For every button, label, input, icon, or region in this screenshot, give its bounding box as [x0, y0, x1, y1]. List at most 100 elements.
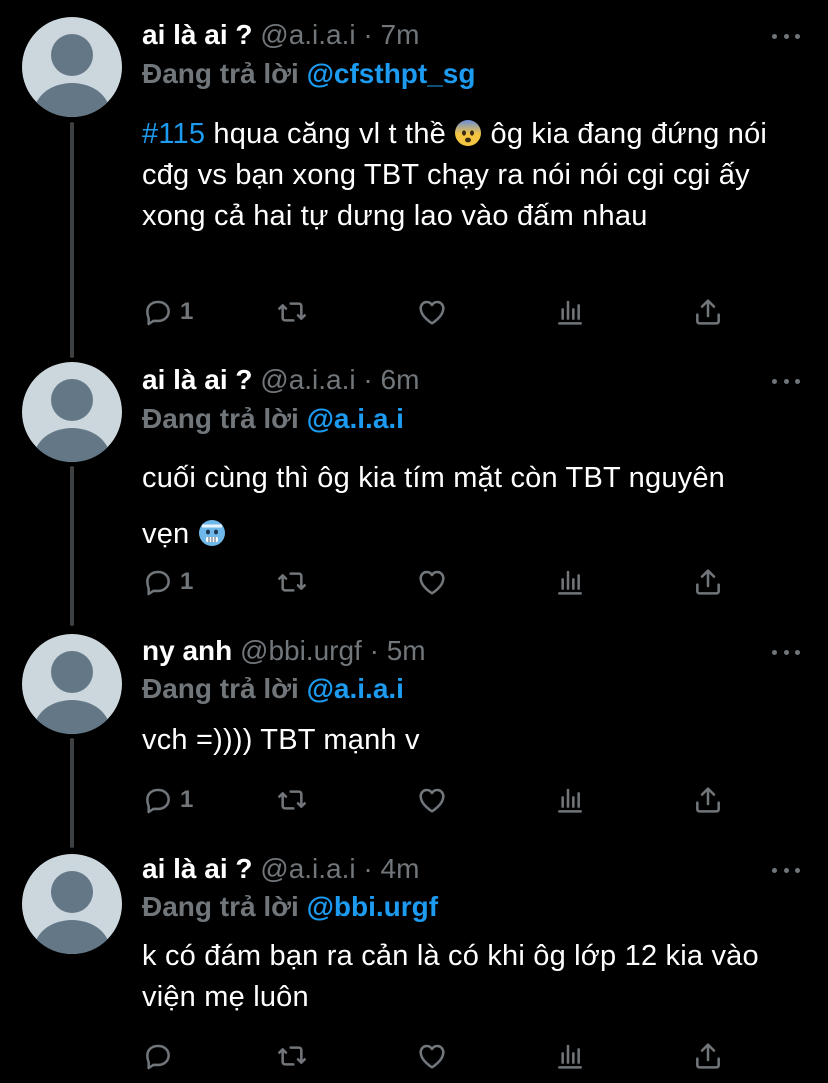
share-button[interactable] — [692, 294, 724, 330]
replying-to-handle[interactable]: @a.i.a.i — [307, 403, 404, 434]
replying-to-handle[interactable]: @cfsthpt_sg — [307, 58, 476, 89]
tweet-actions: 1 — [142, 782, 742, 818]
tweet-text: k có đám bạn ra cản là có khi ôg lớp 12 … — [142, 936, 802, 1018]
tweet-text-segment: cuối cùng thì ôg kia tím mặt còn TBT ngu… — [142, 462, 726, 550]
like-icon — [419, 1044, 445, 1069]
reply-button[interactable]: 1 — [142, 782, 193, 818]
replying-to: Đang trả lời @bbi.urgf — [142, 890, 438, 924]
tweet-header: ai là ai ? @a.i.a.i · 6m — [142, 363, 419, 397]
separator-dot: · — [369, 635, 379, 666]
display-name[interactable]: ai là ai ? — [142, 853, 253, 884]
retweet-icon — [278, 790, 306, 810]
tweet[interactable]: ny anh @bbi.urgf · 5m Đang trả lời @a.i.… — [0, 624, 828, 844]
user-handle[interactable]: @a.i.a.i — [260, 19, 355, 50]
replying-to-label: Đang trả lời — [142, 891, 299, 922]
timestamp[interactable]: 5m — [387, 635, 426, 666]
analytics-button[interactable] — [554, 782, 586, 818]
more-icon[interactable] — [772, 26, 800, 46]
reply-button[interactable]: 1 — [142, 294, 193, 330]
timestamp[interactable]: 7m — [381, 19, 420, 50]
avatar[interactable] — [22, 362, 122, 462]
reply-icon — [146, 1044, 170, 1070]
tweet[interactable]: ai là ai ? @a.i.a.i · 7m Đang trả lời @c… — [0, 0, 828, 350]
separator-dot: · — [363, 364, 373, 395]
replying-to-handle[interactable]: @bbi.urgf — [307, 891, 439, 922]
like-button[interactable] — [416, 782, 448, 818]
hashtag-link[interactable]: #115 — [142, 118, 205, 150]
retweet-button[interactable] — [276, 294, 308, 330]
analytics-icon — [558, 300, 582, 325]
replying-to: Đang trả lời @a.i.a.i — [142, 672, 404, 706]
reply-button[interactable] — [142, 1038, 180, 1074]
share-button[interactable] — [692, 564, 724, 600]
tweet-text-segment: k có đám bạn ra cản là có khi ôg lớp 12 … — [142, 940, 759, 1013]
display-name[interactable]: ny anh — [142, 635, 232, 666]
share-icon — [696, 787, 720, 813]
retweet-button[interactable] — [276, 564, 308, 600]
analytics-icon — [558, 570, 582, 595]
share-icon — [696, 299, 720, 325]
like-icon — [419, 300, 445, 325]
replying-to-handle[interactable]: @a.i.a.i — [307, 673, 404, 704]
avatar[interactable] — [22, 634, 122, 734]
replying-to-label: Đang trả lời — [142, 403, 299, 434]
replying-to: Đang trả lời @cfsthpt_sg — [142, 57, 475, 91]
avatar[interactable] — [22, 17, 122, 117]
retweet-button[interactable] — [276, 1038, 308, 1074]
like-button[interactable] — [416, 294, 448, 330]
tweet-header: ny anh @bbi.urgf · 5m — [142, 634, 426, 668]
reply-count: 1 — [180, 568, 194, 595]
analytics-button[interactable] — [554, 1038, 586, 1074]
tweet-text-segment: vch =)))) TBT mạnh v — [142, 724, 420, 756]
tweet-text: cuối cùng thì ôg kia tím mặt còn TBT ngu… — [142, 450, 742, 562]
more-icon[interactable] — [772, 860, 800, 880]
analytics-icon — [558, 788, 582, 813]
reply-icon — [146, 300, 170, 326]
separator-dot: · — [363, 19, 373, 50]
like-button[interactable] — [416, 564, 448, 600]
tweet-text: #115 hqua căng vl t thề ôg kia đang đứng… — [142, 114, 802, 237]
analytics-button[interactable] — [554, 294, 586, 330]
replying-to: Đang trả lời @a.i.a.i — [142, 402, 404, 436]
retweet-button[interactable] — [276, 782, 308, 818]
replying-to-label: Đang trả lời — [142, 58, 299, 89]
retweet-icon — [278, 1046, 306, 1066]
separator-dot: · — [363, 853, 373, 884]
tweet-header: ai là ai ? @a.i.a.i · 7m — [142, 18, 419, 52]
retweet-icon — [278, 302, 306, 322]
like-icon — [419, 788, 445, 813]
share-button[interactable] — [692, 782, 724, 818]
display-name[interactable]: ai là ai ? — [142, 364, 253, 395]
tweet-actions — [142, 1038, 742, 1074]
timestamp[interactable]: 6m — [381, 364, 420, 395]
tweet[interactable]: ai là ai ? @a.i.a.i · 4m Đang trả lời @b… — [0, 844, 828, 1083]
timestamp[interactable]: 4m — [381, 853, 420, 884]
avatar[interactable] — [22, 854, 122, 954]
reply-icon — [146, 570, 170, 596]
tweet-text-segment: hqua căng vl t thề — [205, 118, 455, 150]
more-icon[interactable] — [772, 642, 800, 662]
reply-button[interactable]: 1 — [142, 564, 193, 600]
user-handle[interactable]: @a.i.a.i — [260, 853, 355, 884]
replying-to-label: Đang trả lời — [142, 673, 299, 704]
share-icon — [696, 1043, 720, 1069]
user-handle[interactable]: @bbi.urgf — [240, 635, 362, 666]
reply-count: 1 — [180, 786, 194, 813]
retweet-icon — [278, 572, 306, 592]
analytics-button[interactable] — [554, 564, 586, 600]
like-button[interactable] — [416, 1038, 448, 1074]
reply-icon — [146, 788, 170, 814]
tweet-text: vch =)))) TBT mạnh v — [142, 720, 802, 761]
display-name[interactable]: ai là ai ? — [142, 19, 253, 50]
reply-count: 1 — [180, 298, 194, 325]
cold-face-emoji — [198, 510, 226, 546]
tweet-header: ai là ai ? @a.i.a.i · 4m — [142, 852, 419, 886]
tweet-actions: 1 — [142, 294, 742, 330]
share-icon — [696, 569, 720, 595]
share-button[interactable] — [692, 1038, 724, 1074]
tweet-actions: 1 — [142, 564, 742, 600]
tweet[interactable]: ai là ai ? @a.i.a.i · 6m Đang trả lời @a… — [0, 350, 828, 624]
anxious-face-emoji — [454, 118, 482, 146]
user-handle[interactable]: @a.i.a.i — [260, 364, 355, 395]
more-icon[interactable] — [772, 371, 800, 391]
